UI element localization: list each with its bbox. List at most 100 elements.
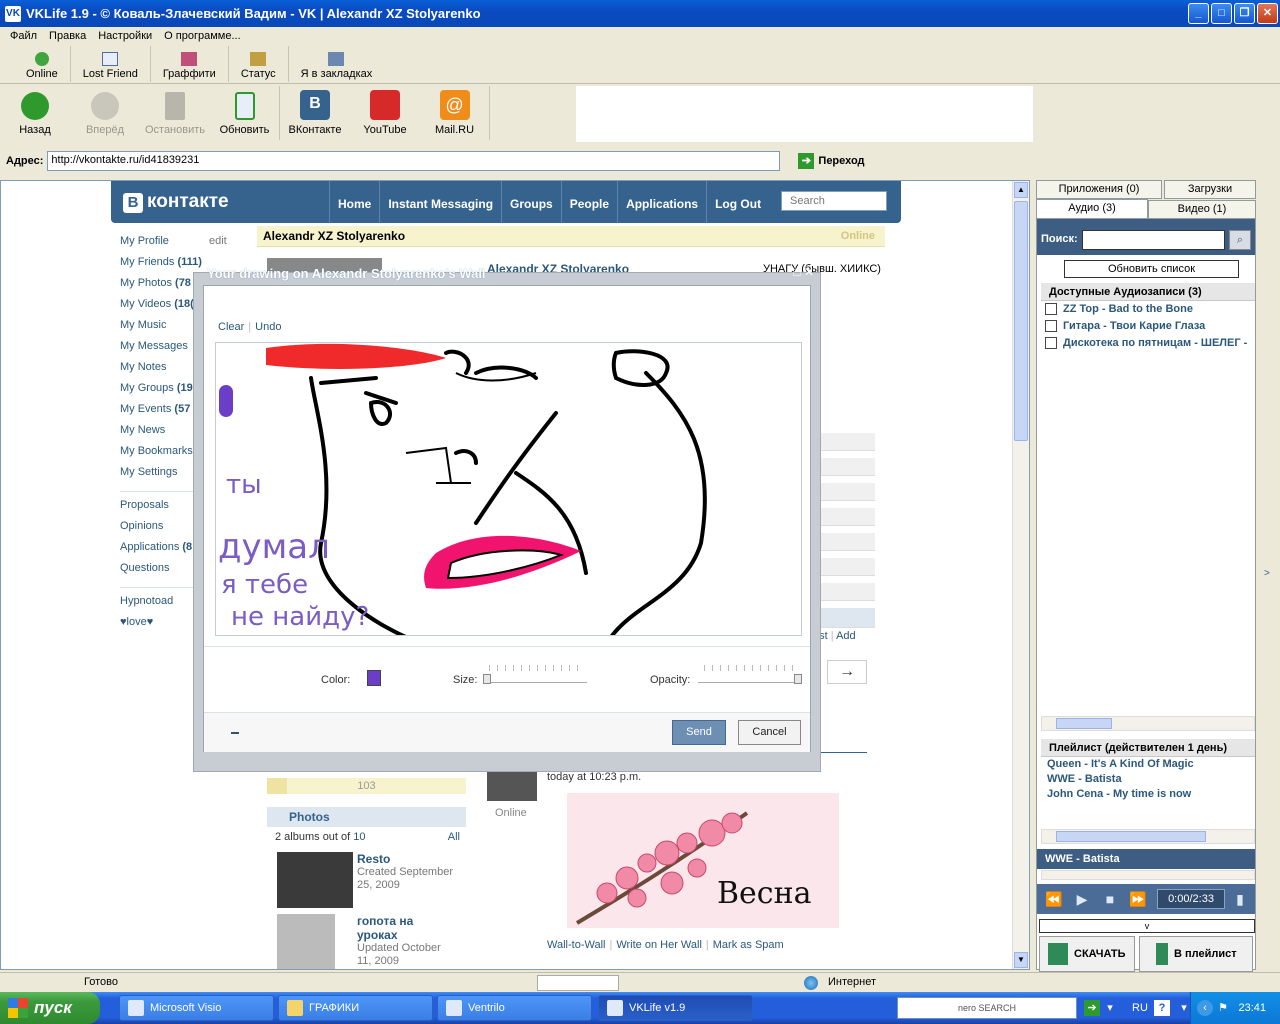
menu-my-profile[interactable]: My Profile edit	[120, 235, 260, 256]
youtube-button[interactable]: YouTube	[350, 86, 420, 140]
volume-icon[interactable]: ▮	[1229, 888, 1251, 910]
opacity-slider[interactable]	[698, 665, 802, 684]
edit-profile-link[interactable]: edit	[209, 235, 227, 247]
size-slider[interactable]	[483, 665, 587, 684]
photos-header[interactable]: Photos	[267, 807, 466, 827]
audio-item[interactable]: Гитара - Твои Карие Глаза	[1045, 320, 1251, 336]
nav-instant-messaging[interactable]: Instant Messaging	[379, 181, 501, 223]
go-button[interactable]: ➔ Переход	[798, 153, 865, 169]
task-ventrilo[interactable]: Ventrilo	[437, 995, 592, 1021]
download-button[interactable]: СКАЧАТЬ	[1039, 936, 1135, 972]
hscroll-thumb[interactable]	[1056, 718, 1112, 729]
refresh-button[interactable]: Обновить	[210, 86, 280, 140]
audio-checkbox[interactable]	[1045, 337, 1057, 350]
address-input[interactable]: http://vkontakte.ru/id41839231	[47, 151, 781, 171]
dialog-close-icon[interactable]: ✕	[804, 265, 814, 279]
wall-graffiti-image[interactable]: Весна	[567, 793, 839, 928]
add-to-playlist-button[interactable]: В плейлист	[1139, 936, 1253, 972]
task-vklife[interactable]: VKLife v1.9	[598, 995, 753, 1021]
vkontakte-button[interactable]: В ВКонтакте	[280, 86, 350, 140]
help-icon[interactable]: ?	[1154, 1000, 1170, 1016]
album-item[interactable]: гопота на уроках Updated October 11, 2009	[277, 914, 457, 969]
task-visio[interactable]: Microsoft Visio	[119, 995, 274, 1021]
language-indicator[interactable]: RU	[1130, 1000, 1150, 1016]
size-slider-knob[interactable]	[483, 674, 491, 684]
scroll-thumb[interactable]	[1014, 201, 1028, 441]
mark-as-spam-link[interactable]: Mark as Spam	[713, 939, 784, 951]
tray-expand-icon[interactable]: ‹	[1197, 1000, 1213, 1016]
stop-icon[interactable]: ■	[1099, 888, 1121, 910]
minimize-button[interactable]: _	[1188, 3, 1209, 24]
menu-about[interactable]: О программе...	[158, 30, 246, 42]
restore-button[interactable]: ❐	[1234, 3, 1255, 24]
nav-log-out[interactable]: Log Out	[706, 181, 769, 223]
playlist-item[interactable]: WWE - Batista	[1047, 773, 1122, 785]
tab-video[interactable]: Видео (1)	[1148, 200, 1256, 219]
nav-applications[interactable]: Applications	[617, 181, 706, 223]
lost-friend-button[interactable]: Lost Friend	[71, 46, 151, 82]
web-view[interactable]: Вконтакте Home Instant Messaging Groups …	[0, 180, 1030, 970]
bookmarks-button[interactable]: Я в закладках	[289, 46, 385, 82]
back-button[interactable]: Назад	[0, 86, 70, 140]
wall-to-wall-link[interactable]: Wall-to-Wall	[547, 939, 605, 951]
refresh-list-button[interactable]: Обновить список	[1064, 260, 1239, 278]
vk-logo[interactable]: Вконтакте	[123, 191, 229, 213]
web-scrollbar[interactable]: ▲ ▼	[1012, 181, 1029, 969]
play-icon[interactable]: ▶	[1071, 888, 1093, 910]
write-on-wall-link[interactable]: Write on Her Wall	[616, 939, 702, 951]
color-picker[interactable]	[367, 670, 381, 686]
graffiti-button[interactable]: Граффити	[151, 46, 229, 82]
stop-button[interactable]: Остановить	[140, 86, 210, 140]
scroll-down-arrow[interactable]: ▼	[1014, 952, 1028, 968]
right-edge-arrow[interactable]: >	[1264, 568, 1270, 579]
audio-checkbox[interactable]	[1045, 303, 1057, 316]
tab-downloads[interactable]: Загрузки	[1164, 180, 1256, 199]
expand-toggle[interactable]: v	[1039, 919, 1255, 933]
dialog-maximize-icon[interactable]: □	[793, 265, 800, 279]
playlist-item[interactable]: Queen - It's A Kind Of Magic	[1047, 758, 1194, 770]
clear-link[interactable]: Clear	[218, 321, 244, 333]
album-thumbnail[interactable]	[277, 852, 353, 908]
playlist-item[interactable]: John Cena - My time is now	[1047, 788, 1191, 800]
dropdown-icon[interactable]: ▾	[1102, 1000, 1118, 1016]
audio-checkbox[interactable]	[1045, 320, 1057, 333]
menu-file[interactable]: Файл	[4, 30, 43, 42]
tab-applications[interactable]: Приложения (0)	[1036, 180, 1162, 199]
online-button[interactable]: Online	[0, 46, 71, 82]
send-button[interactable]: Send	[672, 720, 726, 745]
album-thumbnail[interactable]	[277, 914, 335, 969]
audio-search-input[interactable]	[1082, 230, 1225, 250]
menu-settings[interactable]: Настройки	[92, 30, 158, 42]
tab-audio[interactable]: Аудио (3)	[1036, 199, 1148, 219]
close-button[interactable]: ✕	[1257, 3, 1278, 24]
menu-edit[interactable]: Правка	[43, 30, 92, 42]
drawing-canvas[interactable]: ты думал я тебе не найду?	[215, 342, 802, 636]
fast-forward-icon[interactable]: ⏩	[1127, 888, 1149, 910]
all-albums-link[interactable]: All	[448, 831, 460, 843]
maximize-button[interactable]: □	[1211, 3, 1232, 24]
cancel-button[interactable]: Cancel	[738, 720, 801, 745]
opacity-slider-knob[interactable]	[794, 674, 802, 684]
tray-network-icon[interactable]: ⚑	[1215, 1000, 1231, 1016]
audio-item[interactable]: ZZ Top - Bad to the Bone	[1045, 303, 1251, 319]
seek-bar[interactable]	[1041, 870, 1255, 880]
wall-post-avatar[interactable]	[487, 771, 537, 801]
undo-link[interactable]: Undo	[255, 321, 281, 333]
hscroll-thumb[interactable]	[1056, 831, 1206, 842]
audio-hscroll[interactable]	[1041, 716, 1255, 731]
vk-search-input[interactable]: Search	[781, 191, 887, 211]
rewind-icon[interactable]: ⏪	[1043, 888, 1065, 910]
status-button[interactable]: Статус	[229, 46, 289, 82]
nav-groups[interactable]: Groups	[501, 181, 561, 223]
search-icon[interactable]: ⌕	[1229, 230, 1251, 250]
next-page-button[interactable]: →	[827, 660, 867, 684]
album-item[interactable]: Resto Created September 25, 2009	[277, 852, 457, 912]
start-button[interactable]: пуск	[0, 992, 100, 1024]
forward-button[interactable]: Вперёд	[70, 86, 140, 140]
title-bar[interactable]: VK VKLife 1.9 - © Коваль-Злачевский Вади…	[0, 0, 1280, 27]
nav-home[interactable]: Home	[329, 181, 379, 223]
add-link[interactable]: Add	[836, 630, 856, 642]
albums-count-link[interactable]: 10	[353, 831, 365, 843]
playlist-hscroll[interactable]	[1041, 829, 1255, 844]
scroll-up-arrow[interactable]: ▲	[1014, 182, 1028, 198]
